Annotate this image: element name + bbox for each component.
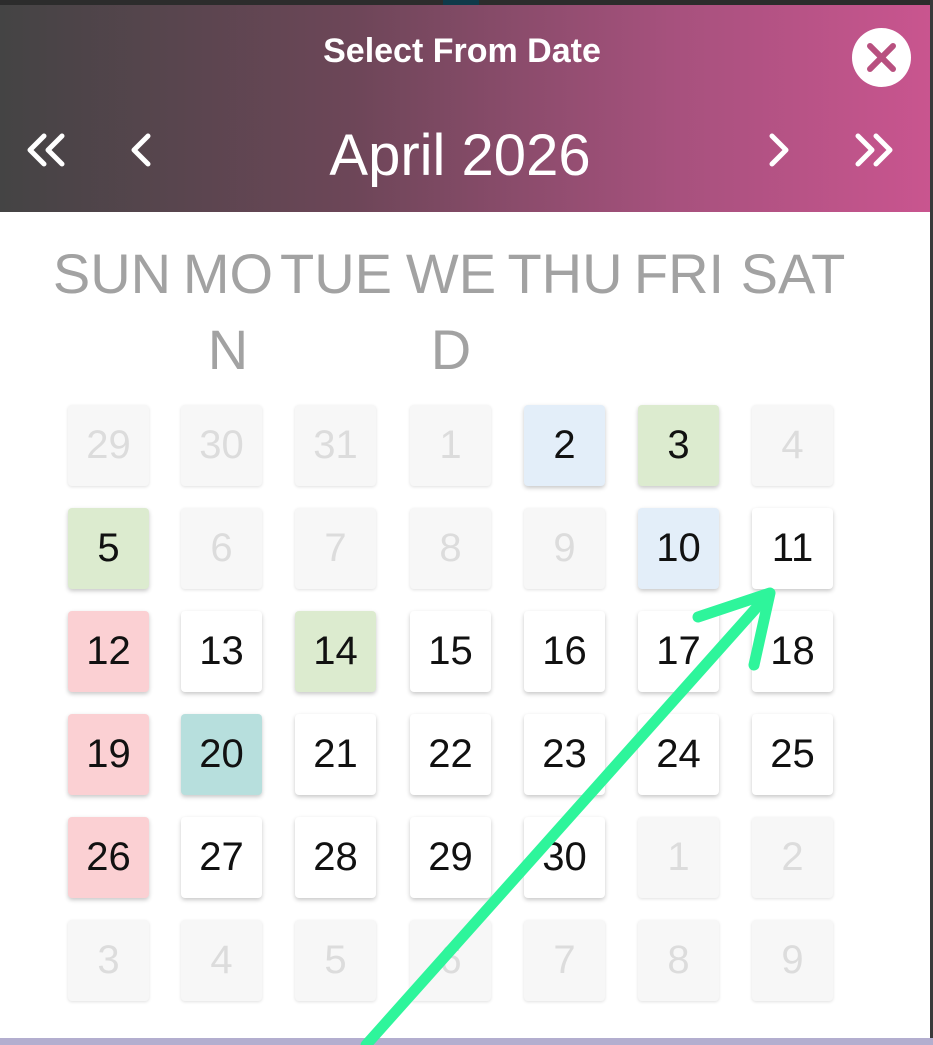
double-chevron-right-icon <box>855 133 893 167</box>
weekday-label-wed: WED <box>405 242 497 381</box>
date-picker-header: Select From Date April 2026 <box>0 5 930 212</box>
day-cell[interactable]: 15 <box>410 611 491 692</box>
dialog-title: Select From Date <box>323 32 601 70</box>
chevron-left-icon <box>131 133 151 167</box>
day-cell[interactable]: 24 <box>638 714 719 795</box>
month-year-label[interactable]: April 2026 <box>160 121 760 191</box>
weekday-label-mon: MON <box>182 242 274 381</box>
day-cell[interactable]: 21 <box>295 714 376 795</box>
day-cell[interactable]: 30 <box>524 817 605 898</box>
day-cell-outside-month: 1 <box>410 405 491 486</box>
day-cell-outside-month: 7 <box>524 920 605 1001</box>
weekday-label-sun: SUN <box>52 242 172 305</box>
day-cell[interactable]: 19 <box>68 714 149 795</box>
day-cell[interactable]: 14 <box>295 611 376 692</box>
weekday-label-sat: SAT <box>740 242 846 305</box>
day-cell-outside-month: 7 <box>295 508 376 589</box>
day-cell[interactable]: 10 <box>638 508 719 589</box>
day-cell[interactable]: 23 <box>524 714 605 795</box>
date-picker-screen: Select From Date April 2026 SUN MON TUE … <box>0 0 933 1045</box>
day-cell-outside-month: 6 <box>410 920 491 1001</box>
bottom-bar <box>0 1038 933 1045</box>
day-cell-outside-month: 9 <box>752 920 833 1001</box>
day-cell[interactable]: 26 <box>68 817 149 898</box>
chevron-right-icon <box>769 133 789 167</box>
weekday-label-tue: TUE <box>280 242 392 305</box>
close-button[interactable] <box>852 28 911 87</box>
day-cell[interactable]: 20 <box>181 714 262 795</box>
day-cell[interactable]: 3 <box>638 405 719 486</box>
weekday-label-thu: THU <box>507 242 623 305</box>
day-cell[interactable]: 25 <box>752 714 833 795</box>
day-cell-outside-month: 1 <box>638 817 719 898</box>
day-cell[interactable]: 29 <box>410 817 491 898</box>
next-month-button[interactable] <box>766 132 792 168</box>
day-cell-outside-month: 4 <box>752 405 833 486</box>
day-cell-outside-month: 6 <box>181 508 262 589</box>
day-cell[interactable]: 17 <box>638 611 719 692</box>
weekday-label-fri: FRI <box>633 242 725 305</box>
prev-year-button[interactable] <box>26 132 68 168</box>
day-cell[interactable]: 5 <box>68 508 149 589</box>
close-icon <box>867 43 896 72</box>
day-cell[interactable]: 11 <box>752 508 833 589</box>
day-cell-outside-month: 3 <box>68 920 149 1001</box>
day-cell-outside-month: 31 <box>295 405 376 486</box>
day-cell-outside-month: 29 <box>68 405 149 486</box>
day-cell[interactable]: 18 <box>752 611 833 692</box>
prev-month-button[interactable] <box>128 132 154 168</box>
day-cell-outside-month: 30 <box>181 405 262 486</box>
day-cell[interactable]: 13 <box>181 611 262 692</box>
day-cell-outside-month: 4 <box>181 920 262 1001</box>
day-cell[interactable]: 2 <box>524 405 605 486</box>
day-cell-outside-month: 9 <box>524 508 605 589</box>
double-chevron-left-icon <box>27 133 65 167</box>
day-cell[interactable]: 16 <box>524 611 605 692</box>
day-cell[interactable]: 28 <box>295 817 376 898</box>
day-cell-outside-month: 8 <box>638 920 719 1001</box>
next-year-button[interactable] <box>852 132 894 168</box>
day-cell[interactable]: 27 <box>181 817 262 898</box>
day-cell[interactable]: 12 <box>68 611 149 692</box>
day-cell-outside-month: 5 <box>295 920 376 1001</box>
day-cell-outside-month: 8 <box>410 508 491 589</box>
day-cell[interactable]: 22 <box>410 714 491 795</box>
day-cell-outside-month: 2 <box>752 817 833 898</box>
